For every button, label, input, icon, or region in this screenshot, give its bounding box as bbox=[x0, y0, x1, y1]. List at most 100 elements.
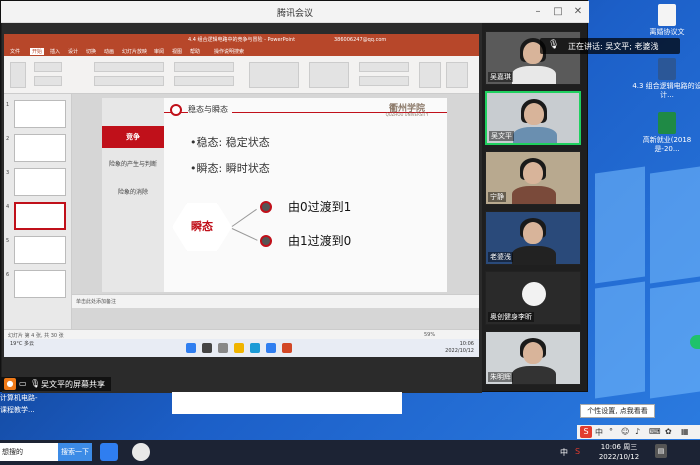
slide-header: 稳态与瞬态 bbox=[188, 104, 232, 115]
folder-icon bbox=[234, 343, 244, 353]
notes-pane[interactable]: 单击此处添加备注 bbox=[72, 294, 479, 308]
font-format-buttons[interactable] bbox=[94, 76, 164, 86]
thumb-number: 3 bbox=[6, 170, 10, 176]
grid-icon[interactable]: ▦ bbox=[681, 427, 689, 436]
shape-outline-button[interactable] bbox=[359, 76, 409, 86]
item-1-to-0: 由1过渡到0 bbox=[288, 234, 352, 248]
thumb-number: 5 bbox=[6, 238, 10, 244]
body bbox=[513, 127, 557, 143]
powerpoint-icon bbox=[282, 343, 292, 353]
desktop-icon-doc3[interactable]: 高新就业(2018是-20... bbox=[632, 112, 700, 154]
item-dot-icon bbox=[260, 235, 272, 247]
shared-weather: 19°C 多云 bbox=[10, 341, 34, 347]
align-buttons[interactable] bbox=[174, 76, 234, 86]
slide-thumbnail[interactable] bbox=[14, 270, 66, 298]
meeting-app-icon bbox=[266, 343, 276, 353]
participant-tile[interactable]: 奥创健身李昕 bbox=[485, 271, 581, 325]
font-select[interactable] bbox=[94, 62, 164, 72]
menu-view[interactable]: 视图 bbox=[172, 48, 182, 55]
menu-file[interactable]: 文件 bbox=[10, 48, 20, 55]
search-button[interactable]: 搜索一下 bbox=[58, 443, 92, 461]
participant-tile[interactable]: 朱明辉 bbox=[485, 331, 581, 385]
menu-animations[interactable]: 动画 bbox=[104, 48, 114, 55]
slide-count: 幻灯片 第 4 张, 共 30 张 bbox=[8, 333, 64, 339]
search-input[interactable]: 想搜的 bbox=[0, 443, 58, 461]
minimize-icon[interactable]: – bbox=[531, 5, 545, 19]
face bbox=[523, 162, 543, 184]
emoji-icon[interactable]: ☺ bbox=[621, 427, 629, 436]
participant-name: 宁静 bbox=[488, 192, 506, 202]
skin-icon[interactable]: ✿ bbox=[665, 427, 672, 436]
shared-time: 10:06 bbox=[459, 341, 474, 347]
punctuation-icon[interactable]: ° bbox=[609, 427, 613, 436]
clock[interactable]: 10:06 周三 2022/10/12 bbox=[594, 442, 644, 462]
meeting-titlebar: 腾讯会议 – □ ✕ bbox=[1, 1, 589, 23]
notification-icon[interactable]: ▤ bbox=[655, 444, 667, 458]
connector-line bbox=[231, 228, 258, 241]
item-dot-icon bbox=[260, 201, 272, 213]
maximize-icon[interactable]: □ bbox=[551, 5, 565, 19]
face bbox=[524, 103, 544, 125]
microphone-icon: 🎙 bbox=[30, 379, 41, 388]
slide-thumbnail[interactable] bbox=[14, 100, 66, 128]
layout-button[interactable] bbox=[34, 76, 62, 86]
menu-search[interactable]: 操作说明搜索 bbox=[214, 48, 244, 55]
desktop-text: 课程教学... bbox=[0, 406, 35, 414]
document-icon bbox=[658, 4, 676, 26]
slide-thumbnail[interactable] bbox=[14, 134, 66, 162]
sogou-tray-icon[interactable]: S bbox=[575, 447, 580, 456]
tooltip: 个性设置, 点我看看 bbox=[580, 404, 655, 418]
menu-review[interactable]: 审阅 bbox=[154, 48, 164, 55]
find-button[interactable] bbox=[419, 62, 441, 88]
participant-name: 吴嘉琪 bbox=[488, 72, 513, 82]
time: 10:06 周三 bbox=[600, 443, 638, 451]
close-icon[interactable]: ✕ bbox=[571, 5, 585, 19]
zoom-level[interactable]: 59% bbox=[424, 332, 435, 338]
item-0-to-1: 由0过渡到1 bbox=[288, 200, 352, 214]
menu-design[interactable]: 设计 bbox=[68, 48, 78, 55]
tencent-meeting-window: 腾讯会议 – □ ✕ 4.4 组合逻辑电路中的竞争与冒险 - PowerPoin… bbox=[0, 0, 589, 393]
speaking-banner: 🎙 正在讲话: 吴文平; 老婆浅 bbox=[540, 38, 680, 54]
slide-thumbnail[interactable] bbox=[14, 168, 66, 196]
shape-fill-button[interactable] bbox=[359, 62, 409, 72]
menu-insert[interactable]: 插入 bbox=[50, 48, 60, 55]
new-slide-button[interactable] bbox=[34, 62, 62, 72]
floating-assistant-icon[interactable] bbox=[690, 335, 700, 349]
thumb-number: 6 bbox=[6, 272, 10, 278]
screen-icon: ▭ bbox=[19, 379, 27, 388]
arrange-button[interactable] bbox=[309, 62, 349, 88]
keyboard-icon[interactable]: ⌨ bbox=[649, 427, 661, 436]
menu-help[interactable]: 帮助 bbox=[190, 48, 200, 55]
desktop-icon-doc2[interactable]: 4.3 组合逻辑电路的设计... bbox=[632, 58, 700, 100]
desktop-icon-doc1[interactable]: 离婚协议文 bbox=[632, 4, 700, 37]
slide-thumbnail-selected[interactable] bbox=[14, 202, 66, 230]
header-circle-icon bbox=[170, 104, 182, 116]
participant-tile[interactable]: 宁静 bbox=[485, 151, 581, 205]
desktop-text: 计算机电路- bbox=[0, 394, 38, 402]
participant-tile[interactable]: 老婆浅 bbox=[485, 211, 581, 265]
slide-thumbnail[interactable] bbox=[14, 236, 66, 264]
word-document-icon bbox=[658, 58, 676, 80]
ppt-user: 386006247@qq.com bbox=[334, 37, 387, 43]
microphone-icon[interactable]: ♪ bbox=[635, 427, 640, 436]
paste-button[interactable] bbox=[10, 62, 26, 88]
tencent-meeting-icon[interactable] bbox=[100, 443, 118, 461]
app-icon[interactable] bbox=[132, 443, 150, 461]
shapes-gallery[interactable] bbox=[249, 62, 299, 88]
menu-transitions[interactable]: 切换 bbox=[86, 48, 96, 55]
designer-button[interactable] bbox=[446, 62, 468, 88]
paragraph-buttons[interactable] bbox=[174, 62, 234, 72]
menu-home[interactable]: 开始 bbox=[30, 48, 45, 55]
ime-mode[interactable]: 中 bbox=[595, 427, 603, 438]
menu-slideshow[interactable]: 幻灯片放映 bbox=[122, 48, 147, 55]
face bbox=[523, 342, 543, 364]
blank-window bbox=[172, 392, 402, 414]
task-view-icon bbox=[218, 343, 228, 353]
shared-clock: 10:06 2022/10/12 bbox=[429, 341, 474, 355]
participant-tile-active[interactable]: 吴文平 bbox=[485, 91, 581, 145]
sogou-ime-icon[interactable]: S bbox=[580, 426, 592, 438]
slide[interactable]: 竞争 险象的产生与判断 险象的消除 稳态与瞬态 衢州学院 QUZHOU UNIV… bbox=[102, 98, 447, 292]
desktop-icon-label: 高新就业(2018是-20... bbox=[642, 136, 692, 153]
shared-taskbar: 19°C 多云 10:06 2022/10/12 bbox=[4, 339, 479, 357]
ime-taskbar-mode[interactable]: 中 bbox=[560, 447, 568, 458]
